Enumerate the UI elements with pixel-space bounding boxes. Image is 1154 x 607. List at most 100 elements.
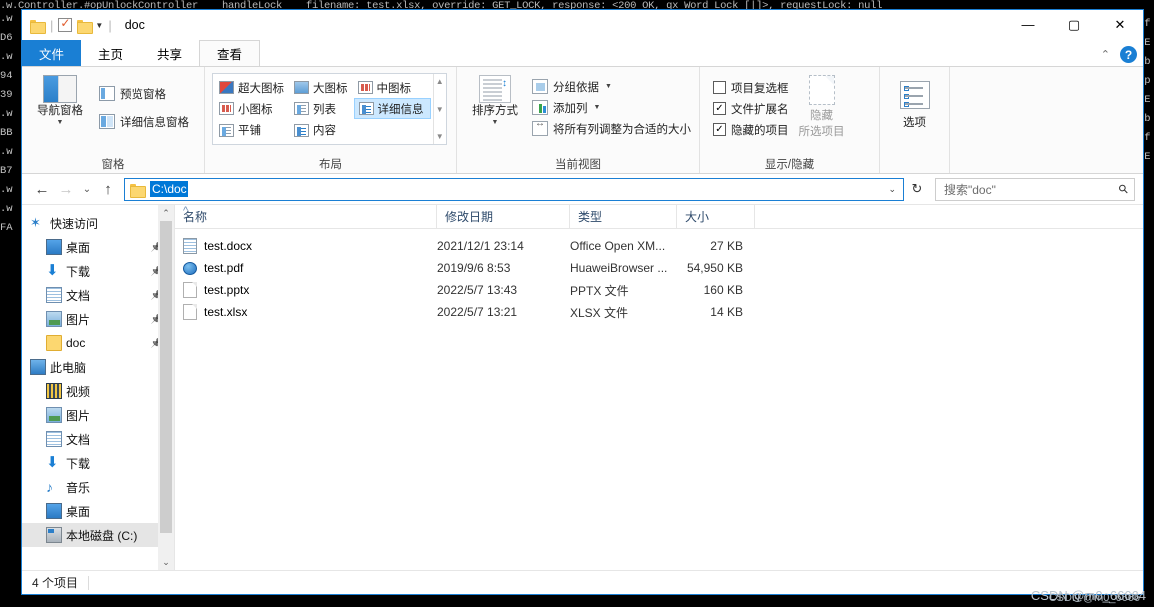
column-header-size[interactable]: 大小: [677, 204, 755, 229]
hidden-items-option[interactable]: ✓ 隐藏的项目: [713, 119, 789, 140]
checkbox-item-checkboxes[interactable]: [713, 81, 726, 94]
scroll-down-icon[interactable]: ▼: [436, 105, 444, 114]
chevron-down-icon[interactable]: ▼: [594, 104, 601, 111]
chevron-down-icon[interactable]: ▼: [605, 83, 612, 90]
add-columns-button[interactable]: 添加列 ▼: [532, 97, 691, 118]
nav-item-0[interactable]: ✶ 快速访问: [22, 211, 174, 235]
details-pane-button[interactable]: 详细信息窗格: [99, 111, 189, 132]
close-button[interactable]: ✕: [1097, 10, 1143, 39]
scrollbar-thumb[interactable]: [160, 221, 172, 533]
nav-item-1[interactable]: 桌面 📌: [22, 235, 174, 259]
checkbox-file-extensions[interactable]: ✓: [713, 102, 726, 115]
preview-pane-button[interactable]: 预览窗格: [99, 83, 189, 104]
nav-item-4[interactable]: 图片 📌: [22, 307, 174, 331]
nav-item-2[interactable]: ⬇ 下载 📌: [22, 259, 174, 283]
column-header-type[interactable]: 类型: [570, 204, 677, 229]
file-extensions-option[interactable]: ✓ 文件扩展名: [713, 98, 789, 119]
tab-file[interactable]: 文件: [22, 40, 82, 66]
group-by-button[interactable]: 分组依据 ▼: [532, 76, 691, 97]
checkbox-hidden-items[interactable]: ✓: [713, 123, 726, 136]
file-row[interactable]: test.pdf 2019/9/6 8:53 HuaweiBrowser ... 54…: [175, 257, 1143, 279]
layout-option-details[interactable]: 详细信息: [353, 98, 431, 120]
size-all-columns-button[interactable]: 将所有列调整为合适的大小: [532, 118, 691, 139]
address-bar[interactable]: C:\doc ⌄: [124, 177, 904, 201]
nav-item-9[interactable]: 文档: [22, 427, 174, 451]
new-folder-icon[interactable]: [77, 19, 94, 34]
nav-item-11[interactable]: ♪ 音乐: [22, 475, 174, 499]
options-button[interactable]: 选项: [887, 73, 942, 130]
layout-label: 列表: [313, 103, 336, 116]
gallery-scrollbar[interactable]: ▲ ▼ ▼: [432, 74, 447, 144]
extra-large-icons-icon: [219, 81, 234, 94]
ribbon-filler: [949, 67, 1143, 173]
layout-option-medium-icons[interactable]: 中图标: [354, 77, 431, 98]
layout-label: 大图标: [313, 82, 348, 95]
help-icon[interactable]: ?: [1120, 46, 1137, 63]
search-icon[interactable]: ⚲: [1116, 181, 1132, 197]
recent-locations-button[interactable]: ⌄: [78, 177, 96, 201]
scroll-up-icon[interactable]: ⌃: [162, 205, 170, 221]
hide-selected-items-button[interactable]: 隐藏 所选项目: [789, 73, 855, 139]
back-button[interactable]: ←: [30, 177, 54, 201]
layout-option-content[interactable]: 内容: [290, 120, 354, 141]
chevron-down-icon[interactable]: ▼: [492, 119, 499, 126]
navigation-pane-button[interactable]: 导航窗格 ▼: [29, 73, 91, 126]
status-bar: 4 个项目: [22, 570, 1143, 594]
search-box[interactable]: 搜索"doc" ⚲: [935, 177, 1135, 201]
item-checkboxes-option[interactable]: 项目复选框: [713, 77, 789, 98]
group-label-options: [880, 156, 949, 173]
file-name-cell: test.pptx: [175, 282, 437, 298]
refresh-button[interactable]: ↻: [906, 178, 928, 201]
nav-item-6[interactable]: 此电脑: [22, 355, 174, 379]
nav-item-label: 图片: [66, 408, 91, 423]
item-checkboxes-label: 项目复选框: [731, 82, 789, 95]
folder-icon[interactable]: [30, 19, 46, 34]
minimize-button[interactable]: —: [1005, 10, 1051, 39]
file-row[interactable]: test.xlsx 2022/5/7 13:21 XLSX 文件 14 KB: [175, 301, 1143, 323]
navigation-pane: ✶ 快速访问 桌面 📌 ⬇ 下载 📌 文档 📌 图片 📌 doc 📌 此电脑 视频 图片 文档 ⬇ 下载 ♪ 音乐 桌面本…: [22, 205, 174, 570]
column-header-name[interactable]: 名称: [175, 204, 437, 229]
file-row[interactable]: test.docx 2021/12/1 23:14 Office Open XM..…: [175, 235, 1143, 257]
up-button[interactable]: ↑: [96, 177, 120, 201]
nav-item-5[interactable]: doc 📌: [22, 331, 174, 355]
sort-by-button[interactable]: ↕ 排序方式 ▼: [464, 73, 526, 126]
nav-item-label: 此电脑: [50, 360, 87, 375]
nav-item-12[interactable]: 桌面: [22, 499, 174, 523]
nav-item-label: 文档: [66, 432, 91, 447]
tab-home[interactable]: 主页: [81, 40, 140, 66]
layout-option-small-icons[interactable]: 小图标: [215, 98, 290, 119]
large-icons-icon: [294, 81, 309, 94]
quick-access-toolbar: | ▼ | doc: [22, 16, 145, 34]
chevron-down-icon[interactable]: ▼: [95, 21, 103, 30]
scroll-up-icon[interactable]: ▲: [436, 77, 444, 86]
layout-option-list[interactable]: 列表: [290, 98, 354, 119]
nav-item-7[interactable]: 视频: [22, 379, 174, 403]
nav-item-10[interactable]: ⬇ 下载: [22, 451, 174, 475]
layout-option-extra-large-icons[interactable]: 超大图标: [215, 77, 290, 98]
collapse-ribbon-icon[interactable]: ⌃: [1101, 48, 1110, 61]
nav-item-label: doc: [66, 336, 86, 350]
file-extensions-label: 文件扩展名: [731, 103, 789, 116]
file-row[interactable]: test.pptx 2022/5/7 13:43 PPTX 文件 160 KB: [175, 279, 1143, 301]
layout-option-tiles[interactable]: 平铺: [215, 120, 290, 141]
address-dropdown-icon[interactable]: ⌄: [888, 184, 899, 195]
nav-item-label: 文档: [66, 288, 91, 303]
tab-view[interactable]: 查看: [199, 40, 261, 66]
forward-button[interactable]: →: [54, 177, 78, 201]
chevron-down-icon[interactable]: ▼: [57, 119, 64, 126]
gallery-expand-icon[interactable]: ▼: [436, 132, 444, 141]
layout-option-large-icons[interactable]: 大图标: [290, 77, 354, 98]
nav-item-3[interactable]: 文档 📌: [22, 283, 174, 307]
nav-item-8[interactable]: 图片: [22, 403, 174, 427]
ribbon-group-show-hide: 项目复选框 ✓ 文件扩展名 ✓ 隐藏的项目 隐藏 所选项目 显示/隐藏: [699, 67, 879, 173]
navpane-scrollbar[interactable]: ⌃ ⌄: [158, 205, 174, 570]
tab-share[interactable]: 共享: [140, 40, 199, 66]
scroll-down-icon[interactable]: ⌄: [162, 554, 170, 570]
address-bar-row: ← → ⌄ ↑ C:\doc ⌄ ↻ 搜索"doc" ⚲: [22, 174, 1143, 204]
address-path-text[interactable]: C:\doc: [150, 181, 188, 197]
column-header-date[interactable]: 修改日期: [437, 204, 570, 229]
nav-item-13[interactable]: 本地磁盘 (C:): [22, 523, 174, 547]
properties-icon[interactable]: [58, 16, 73, 32]
size-columns-icon: [532, 118, 548, 136]
maximize-button[interactable]: ▢: [1051, 10, 1097, 39]
